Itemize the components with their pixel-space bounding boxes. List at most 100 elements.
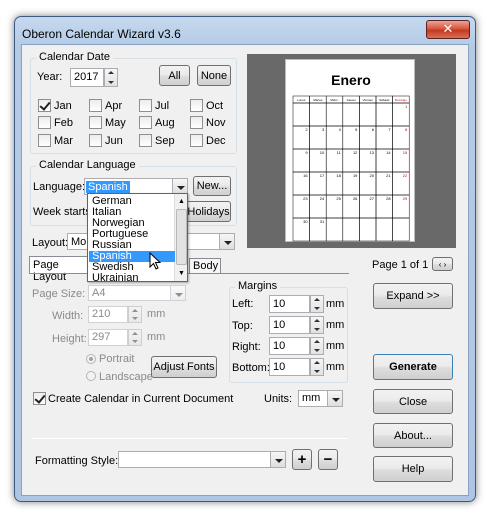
tab-body[interactable]: Body xyxy=(189,258,221,274)
create-in-current-document-checkbox[interactable] xyxy=(33,392,46,405)
page-nav-buttons[interactable]: ‹ › xyxy=(432,257,453,271)
preview-day-number: 7 xyxy=(388,127,391,132)
formatting-style-select[interactable] xyxy=(118,451,286,468)
margin-left-spinner[interactable] xyxy=(310,295,324,313)
preview-day-number: 19 xyxy=(353,173,358,178)
preview-month-title: Enero xyxy=(331,72,371,88)
preview-day-number: 2 xyxy=(305,127,308,132)
month-label: Jun xyxy=(105,135,123,147)
help-button[interactable]: Help xyxy=(373,456,453,482)
chevron-down-icon[interactable] xyxy=(327,391,342,406)
margin-left-label: Left: xyxy=(232,298,254,310)
chevron-down-icon[interactable] xyxy=(172,179,187,194)
language-option[interactable]: Ukrainian xyxy=(92,273,138,284)
margin-right-spinner[interactable] xyxy=(310,337,324,355)
dropdown-scrollbar[interactable]: ▲ ▼ xyxy=(174,194,187,281)
holidays-button[interactable]: Holidays xyxy=(186,201,231,222)
scroll-down-icon[interactable]: ▼ xyxy=(176,267,187,280)
height-spinner[interactable] xyxy=(128,329,142,346)
month-checkbox-apr[interactable] xyxy=(89,99,102,112)
month-checkbox-feb[interactable] xyxy=(38,116,51,129)
preview-day-number: 28 xyxy=(386,196,391,201)
month-checkbox-jun[interactable] xyxy=(89,134,102,147)
month-checkbox-dec[interactable] xyxy=(190,134,203,147)
preview-day-number: 12 xyxy=(353,150,358,155)
close-button[interactable]: Close xyxy=(373,389,453,414)
units-label: Units: xyxy=(264,393,293,405)
adjust-fonts-button[interactable]: Adjust Fonts xyxy=(151,356,217,378)
preview-day-number: 11 xyxy=(337,150,342,155)
month-checkbox-sep[interactable] xyxy=(139,134,152,147)
preview-day-number: 13 xyxy=(370,150,375,155)
margin-bottom-label: Bottom: xyxy=(232,362,270,374)
margin-bottom-input[interactable]: 10 xyxy=(269,358,310,376)
month-checkbox-jan[interactable] xyxy=(38,99,51,112)
year-input[interactable]: 2017 xyxy=(70,68,104,87)
preview-day-cell xyxy=(309,102,327,127)
select-all-months-button[interactable]: All xyxy=(159,65,190,86)
preview-day-number: 5 xyxy=(355,127,358,132)
month-checkbox-mar[interactable] xyxy=(38,134,51,147)
month-label: Dec xyxy=(206,135,226,147)
preview-day-number: 14 xyxy=(386,150,391,155)
landscape-radio[interactable] xyxy=(86,371,96,381)
margin-top-input[interactable]: 10 xyxy=(269,316,310,334)
formatting-style-label: Formatting Style: xyxy=(35,455,119,467)
language-label: Language: xyxy=(33,181,85,193)
close-window-button[interactable]: ✕ xyxy=(426,20,470,39)
month-label: Oct xyxy=(206,100,224,112)
margin-left-input[interactable]: 10 xyxy=(269,295,310,313)
preview-day-number: 26 xyxy=(353,196,358,201)
width-unit: mm xyxy=(147,308,166,320)
preview-day-cell xyxy=(392,217,410,242)
preview-day-number: 1 xyxy=(405,104,408,109)
month-checkbox-aug[interactable] xyxy=(139,116,152,129)
preview-day-cell xyxy=(342,217,360,242)
month-checkbox-nov[interactable] xyxy=(190,116,203,129)
language-dropdown-list[interactable]: ▲ ▼ German Italian Norwegian Portuguese Russ… xyxy=(87,193,188,284)
margin-right-input[interactable]: 10 xyxy=(269,337,310,355)
margin-right-label: Right: xyxy=(232,341,261,353)
week-starts-label: Week starts xyxy=(33,206,91,218)
margin-bottom-spinner[interactable] xyxy=(310,358,324,376)
preview-day-number: 4 xyxy=(339,127,342,132)
preview-weekday-label: Domingo xyxy=(395,98,407,102)
month-checkbox-may[interactable] xyxy=(89,116,102,129)
year-spinner[interactable] xyxy=(104,68,118,87)
chevron-down-icon[interactable] xyxy=(270,452,285,467)
month-checkbox-oct[interactable] xyxy=(190,99,203,112)
width-spinner[interactable] xyxy=(128,306,142,323)
height-label: Height: xyxy=(52,333,87,345)
preview-day-cell xyxy=(375,217,393,242)
height-unit: mm xyxy=(147,331,166,343)
chevron-down-icon[interactable] xyxy=(170,286,185,300)
height-input[interactable]: 297 xyxy=(88,329,128,346)
month-label: Mar xyxy=(54,135,73,147)
preview-calendar: Enero Lunes Martes Miérc. Jueves Viernes Sába… xyxy=(292,72,410,242)
preview-weekday-label: Jueves xyxy=(346,98,356,102)
month-label: Apr xyxy=(105,100,123,112)
width-input[interactable]: 210 xyxy=(88,306,128,323)
month-label: Aug xyxy=(155,117,175,129)
portrait-radio[interactable] xyxy=(86,354,96,364)
margin-top-unit: mm xyxy=(326,319,345,331)
month-checkbox-jul[interactable] xyxy=(139,99,152,112)
remove-style-button[interactable]: − xyxy=(318,449,338,470)
select-no-months-button[interactable]: None xyxy=(197,65,231,86)
preview-day-cell xyxy=(359,217,377,242)
chevron-down-icon[interactable] xyxy=(219,234,234,249)
expand-button[interactable]: Expand >> xyxy=(373,283,453,309)
new-language-button[interactable]: New... xyxy=(193,176,231,196)
preview-day-number: 3 xyxy=(322,127,325,132)
add-style-button[interactable]: + xyxy=(292,449,312,470)
about-button[interactable]: About... xyxy=(373,423,453,448)
margin-bottom-unit: mm xyxy=(326,361,345,373)
scroll-thumb[interactable] xyxy=(176,209,187,265)
scroll-up-icon[interactable]: ▲ xyxy=(176,195,187,208)
language-select-value: Spanish xyxy=(86,181,130,193)
preview-day-cell xyxy=(342,102,360,127)
tab-page-layout[interactable]: Page Layout xyxy=(29,256,89,283)
generate-button[interactable]: Generate xyxy=(373,354,453,380)
margin-top-spinner[interactable] xyxy=(310,316,324,334)
page-indicator: Page 1 of 1 xyxy=(372,259,429,271)
